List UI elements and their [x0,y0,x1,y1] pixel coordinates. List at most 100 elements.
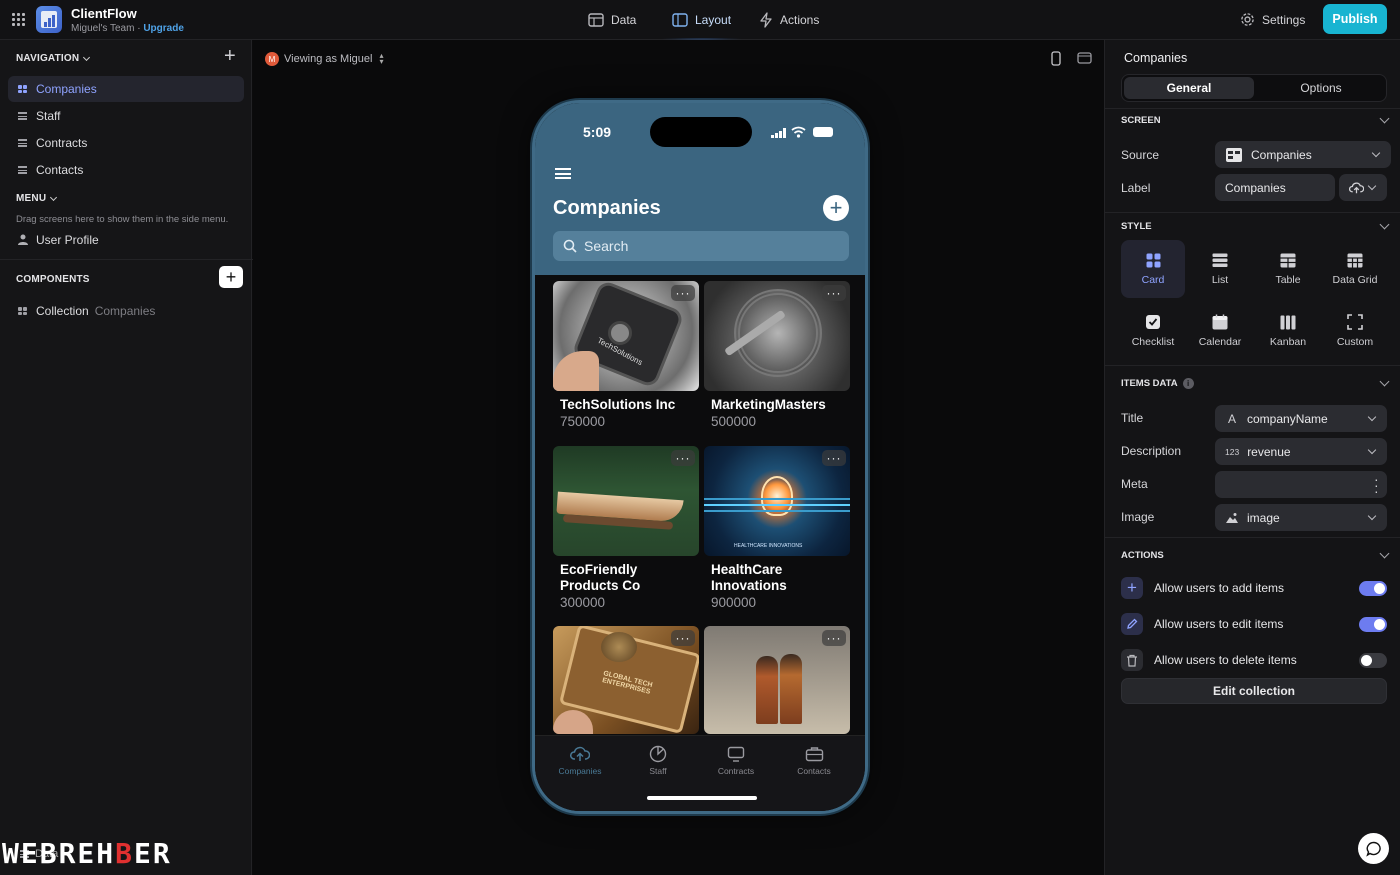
company-image: ··· [553,446,699,556]
tab-options[interactable]: Options [1256,77,1386,99]
style-option-data-grid[interactable]: Data Grid [1323,240,1387,298]
number-type-icon: 123 [1225,446,1240,457]
description-value: revenue [1247,444,1291,459]
chevron-down-icon[interactable] [1379,219,1390,230]
tab-layout[interactable]: Layout [659,0,744,40]
meta-input[interactable]: · · · [1215,471,1387,498]
chevron-down-icon[interactable] [1379,548,1390,559]
phone-page-title: Companies [553,197,661,219]
card-title: HealthCare Innovations [711,562,787,593]
divider [1105,212,1400,213]
card-menu-button[interactable]: ··· [822,630,846,646]
style-option-kanban[interactable]: Kanban [1256,302,1320,360]
card-value: 900000 [711,595,757,610]
mobile-preview-icon[interactable] [1051,51,1061,66]
app-logo [36,6,62,33]
hamburger-menu-icon[interactable] [555,168,571,179]
settings-button[interactable]: Settings [1240,12,1305,27]
phone-tab-staff[interactable]: Staff [623,744,693,776]
battery-icon [813,127,833,137]
tab-actions[interactable]: Actions [759,0,819,40]
edit-items-toggle[interactable] [1359,616,1387,632]
card-menu-button[interactable]: ··· [671,630,695,646]
style-option-label: Data Grid [1332,274,1378,286]
data-grid-icon [1347,253,1363,267]
phone-add-button[interactable]: + [823,195,849,221]
list-icon [18,112,27,120]
menu-item-user-profile[interactable]: User Profile [8,227,244,253]
list-icon [1212,253,1228,267]
tablet-preview-icon[interactable] [1077,52,1092,64]
publish-button[interactable]: Publish [1323,4,1387,34]
source-select[interactable]: Companies [1215,141,1391,168]
company-card[interactable]: TechSolutions ··· TechSolutions Inc 7500… [553,281,699,430]
chevron-down-icon[interactable] [1379,113,1390,124]
card-grid-icon [1146,253,1160,267]
trash-icon [1121,649,1143,671]
tab-data[interactable]: Data [588,0,636,40]
title-label: Title [1121,411,1144,425]
chat-support-button[interactable] [1358,833,1389,864]
action-delete-items: Allow users to delete items [1121,648,1387,672]
list-icon [18,139,27,147]
style-option-calendar[interactable]: Calendar [1188,302,1252,360]
style-option-table[interactable]: Table [1256,240,1320,298]
add-items-toggle[interactable] [1359,580,1387,596]
add-component-button[interactable]: + [219,266,243,288]
chevron-down-icon[interactable] [1379,376,1390,387]
status-time: 5:09 [583,124,612,140]
card-menu-button[interactable]: ··· [671,285,695,301]
sidebar-item-companies[interactable]: Companies [8,76,244,102]
delete-items-toggle[interactable] [1359,652,1387,668]
chevron-down-icon [1367,511,1377,521]
phone-tab-companies[interactable]: Companies [545,744,615,776]
navigation-header[interactable]: NAVIGATION [16,53,91,64]
description-select[interactable]: 123 revenue [1215,438,1387,465]
components-header: COMPONENTS [16,274,90,285]
style-option-label: Table [1275,274,1301,286]
sidebar-item-staff[interactable]: Staff [8,103,244,129]
style-option-list[interactable]: List [1188,240,1252,298]
phone-tab-contacts[interactable]: Contacts [779,744,849,776]
sidebar-item-contracts[interactable]: Contracts [8,130,244,156]
card-menu-button[interactable]: ··· [671,450,695,466]
sidebar-item-label: Companies [36,82,97,96]
info-icon[interactable]: i [1182,378,1194,389]
chevron-down-icon [50,193,58,201]
component-collection[interactable]: Collection Companies [8,298,244,324]
more-vertical-icon[interactable]: · · · [1374,472,1379,498]
cloud-upload-icon [570,746,590,761]
company-card[interactable]: ··· EcoFriendly Products Co 300000 [553,446,699,611]
company-card[interactable]: ··· MarketingMasters 500000 [704,281,850,430]
edit-collection-button[interactable]: Edit collection [1121,678,1387,704]
sidebar-item-contacts[interactable]: Contacts [8,157,244,183]
tab-general[interactable]: General [1124,77,1254,99]
title-select[interactable]: A companyName [1215,405,1387,432]
card-menu-button[interactable]: ··· [822,450,846,466]
label-cloud-select[interactable] [1339,174,1387,201]
apps-grid-icon[interactable] [12,13,25,26]
company-card[interactable]: GLOBAL TECH ENTERPRISES ··· [553,626,699,734]
home-indicator [647,796,757,800]
image-text: HEALTHCARE INNOVATIONS [734,543,803,549]
grid-icon [18,85,27,93]
menu-header[interactable]: MENU [16,193,58,204]
label-input[interactable]: Companies [1215,174,1335,201]
phone-tab-contracts[interactable]: Contracts [701,744,771,776]
app-name[interactable]: ClientFlow [71,6,137,21]
image-select[interactable]: image [1215,504,1387,531]
style-option-card[interactable]: Card [1121,240,1185,298]
add-screen-icon[interactable]: + [224,46,236,66]
table-icon [1280,253,1296,267]
company-card[interactable]: ··· [704,626,850,734]
viewing-as-selector[interactable]: M Viewing as Miguel ▴ ▾ [265,52,383,66]
style-option-checklist[interactable]: Checklist [1121,302,1185,360]
upgrade-link[interactable]: Upgrade [143,23,184,34]
phone-search-input[interactable]: Search [553,231,849,261]
style-option-custom[interactable]: Custom [1323,302,1387,360]
style-option-label: Calendar [1198,336,1242,348]
style-option-label: Kanban [1269,336,1307,348]
company-card[interactable]: HEALTHCARE INNOVATIONS ··· HealthCare In… [704,446,850,611]
action-label: Allow users to add items [1154,581,1285,595]
card-menu-button[interactable]: ··· [822,285,846,301]
